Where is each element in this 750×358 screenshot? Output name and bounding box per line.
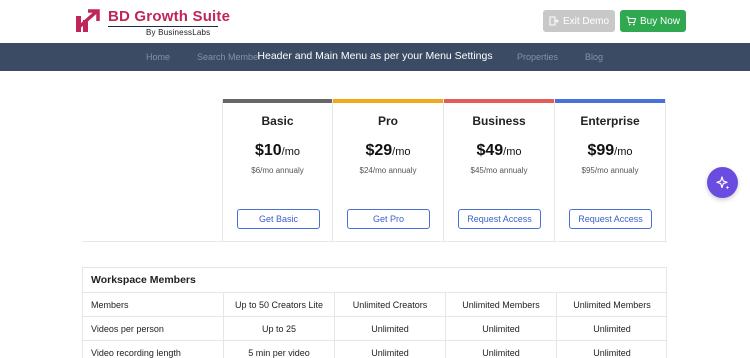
feature-value-pro: Unlimited (334, 317, 445, 341)
table-row: Videos per person Up to 25 Unlimited Unl… (82, 317, 667, 341)
plan-card-enterprise: Enterprise $99/mo $95/mo annualy Request… (555, 99, 666, 241)
plan-accent-bar (444, 99, 554, 103)
feature-label: Videos per person (91, 324, 164, 334)
brand-divider (108, 26, 218, 27)
plan-price-period: /mo (281, 146, 301, 158)
feature-label: Members (91, 300, 129, 310)
plan-name: Pro (377, 114, 398, 128)
plan-price-period: /mo (503, 146, 522, 158)
feature-value-pro: Unlimited (334, 341, 445, 358)
feature-value-business: Unlimited Members (445, 293, 556, 317)
feature-value-basic: 5 min per video (223, 341, 334, 358)
sparkle-icon (715, 175, 729, 189)
table-row: Video recording length 5 min per video U… (82, 341, 667, 358)
plan-price-period: /mo (392, 146, 411, 158)
plan-price-amount: $29 (365, 142, 393, 159)
feature-value-basic: Up to 50 Creators Lite (223, 293, 334, 317)
exit-icon (549, 16, 559, 26)
feature-label: Video recording length (91, 348, 181, 358)
plan-annual-price: $6/mo annualy (251, 166, 304, 175)
plan-price-amount: $99 (587, 142, 615, 159)
plan-card-basic: Basic $10/mo $6/mo annualy Get Basic (222, 99, 333, 241)
feature-value-business: Unlimited (445, 341, 556, 358)
ai-assistant-button[interactable] (707, 167, 738, 198)
feature-value-pro: Unlimited Creators (334, 293, 445, 317)
exit-demo-button[interactable]: Exit Demo (543, 10, 615, 32)
plan-accent-bar (223, 99, 332, 103)
plan-name: Basic (261, 114, 294, 128)
plan-accent-bar (555, 99, 665, 103)
table-row: Members Up to 50 Creators Lite Unlimited… (82, 293, 667, 317)
plan-annual-price: $24/mo annualy (359, 166, 417, 175)
plan-price: $99/mo (555, 142, 665, 160)
cart-icon (626, 16, 636, 26)
buy-now-button[interactable]: Buy Now (620, 10, 686, 32)
menu-settings-note: Header and Main Menu as per your Menu Se… (257, 50, 493, 62)
exit-demo-label: Exit Demo (562, 15, 610, 27)
feature-value-business: Unlimited (445, 317, 556, 341)
plan-name: Business (472, 114, 526, 128)
plan-price: $10/mo (223, 142, 332, 160)
top-header: BD Growth Suite By BusinessLabs Exit Dem… (0, 0, 750, 43)
plan-annual-price: $95/mo annualy (581, 166, 639, 175)
buy-now-label: Buy Now (639, 15, 680, 27)
main-nav: Home Search Member Properties Blog Heade… (0, 43, 750, 71)
plan-card-business: Business $49/mo $45/mo annualy Request A… (444, 99, 555, 241)
plan-annual-price: $45/mo annualy (470, 166, 528, 175)
feature-section-title: Workspace Members (82, 267, 667, 293)
plan-accent-bar (333, 99, 443, 103)
plan-name: Enterprise (580, 114, 640, 128)
feature-table: Workspace Members Members Up to 50 Creat… (82, 267, 667, 358)
plan-price: $29/mo (333, 142, 443, 160)
request-access-enterprise-button[interactable]: Request Access (569, 209, 652, 229)
section-divider (82, 241, 667, 242)
brand-subtitle: By BusinessLabs (146, 28, 211, 37)
plan-price: $49/mo (444, 142, 554, 160)
brand-logo[interactable]: BD Growth Suite By BusinessLabs (74, 7, 230, 37)
growth-arrow-icon (76, 9, 100, 32)
get-basic-button[interactable]: Get Basic (237, 209, 320, 229)
feature-value-basic: Up to 25 (223, 317, 334, 341)
feature-value-enterprise: Unlimited Members (556, 293, 667, 317)
feature-value-enterprise: Unlimited (556, 317, 667, 341)
feature-value-enterprise: Unlimited (556, 341, 667, 358)
pricing-plans: Basic $10/mo $6/mo annualy Get Basic Pro… (222, 99, 667, 241)
brand-title: BD Growth Suite (108, 8, 231, 25)
plan-price-period: /mo (614, 146, 633, 158)
plan-price-amount: $10 (254, 142, 282, 159)
request-access-business-button[interactable]: Request Access (458, 209, 541, 229)
plan-price-amount: $49 (476, 142, 504, 159)
plan-card-pro: Pro $29/mo $24/mo annualy Get Pro (333, 99, 444, 241)
get-pro-button[interactable]: Get Pro (347, 209, 430, 229)
